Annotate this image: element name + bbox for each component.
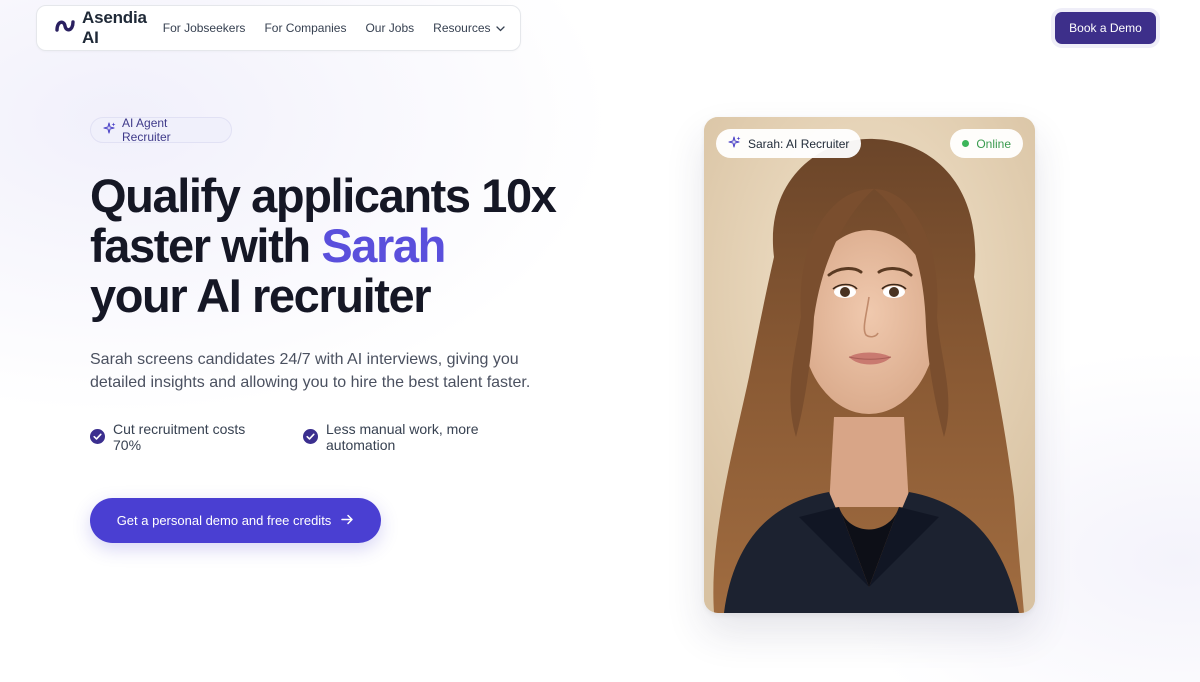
chevron-down-icon xyxy=(495,21,505,35)
feature-label: Less manual work, more automation xyxy=(326,421,479,453)
book-demo-button[interactable]: Book a Demo xyxy=(1055,12,1156,44)
feature-item-costs: Cut recruitment costs 70% xyxy=(90,421,265,453)
headline-line-2-prefix: faster with xyxy=(90,219,322,272)
sparkle-icon xyxy=(728,135,741,152)
hero-headline: Qualify applicants 10x faster with Sarah… xyxy=(90,171,650,321)
arrow-right-icon xyxy=(341,513,354,528)
recruiter-name-pill: Sarah: AI Recruiter xyxy=(716,129,862,158)
recruiter-name-label: Sarah: AI Recruiter xyxy=(748,136,850,151)
nav-link-companies[interactable]: For Companies xyxy=(264,21,346,35)
hero-subtitle: Sarah screens candidates 24/7 with AI in… xyxy=(90,351,531,391)
cta-label: Get a personal demo and free credits xyxy=(116,513,332,528)
ai-agent-badge: AI Agent Recruiter xyxy=(90,116,232,144)
logo-text: Asendia AI xyxy=(82,8,147,47)
status-dot-icon xyxy=(962,140,970,147)
feature-item-automation: Less manual work, more automation xyxy=(303,421,503,453)
landing-page: Asendia AI For Jobseekers For Companies … xyxy=(0,0,1200,682)
logo[interactable]: Asendia AI xyxy=(55,8,147,48)
recruiter-portrait-card: Sarah: AI Recruiter Online xyxy=(704,117,1035,613)
top-nav: Asendia AI For Jobseekers For Companies … xyxy=(36,5,521,51)
asendia-logo-icon xyxy=(55,17,75,40)
feature-label: Cut recruitment costs 70% xyxy=(113,421,246,453)
status-label: Online xyxy=(976,136,1011,151)
recruiter-portrait-image xyxy=(704,117,1035,613)
check-circle-icon xyxy=(303,429,318,453)
check-circle-icon xyxy=(90,429,105,453)
headline-accent-name: Sarah xyxy=(321,219,446,272)
badge-label: AI Agent Recruiter xyxy=(122,116,171,144)
nav-link-jobseekers[interactable]: For Jobseekers xyxy=(163,21,246,35)
sparkle-icon xyxy=(103,122,116,138)
personal-demo-cta-button[interactable]: Get a personal demo and free credits xyxy=(90,498,381,543)
nav-link-our-jobs[interactable]: Our Jobs xyxy=(365,21,414,35)
nav-link-resources-label: Resources xyxy=(433,21,491,35)
online-status-pill: Online xyxy=(950,129,1023,158)
headline-line-3: your AI recruiter xyxy=(90,269,432,322)
headline-line-1: Qualify applicants 10x xyxy=(90,169,557,222)
nav-link-resources[interactable]: Resources xyxy=(433,21,505,35)
